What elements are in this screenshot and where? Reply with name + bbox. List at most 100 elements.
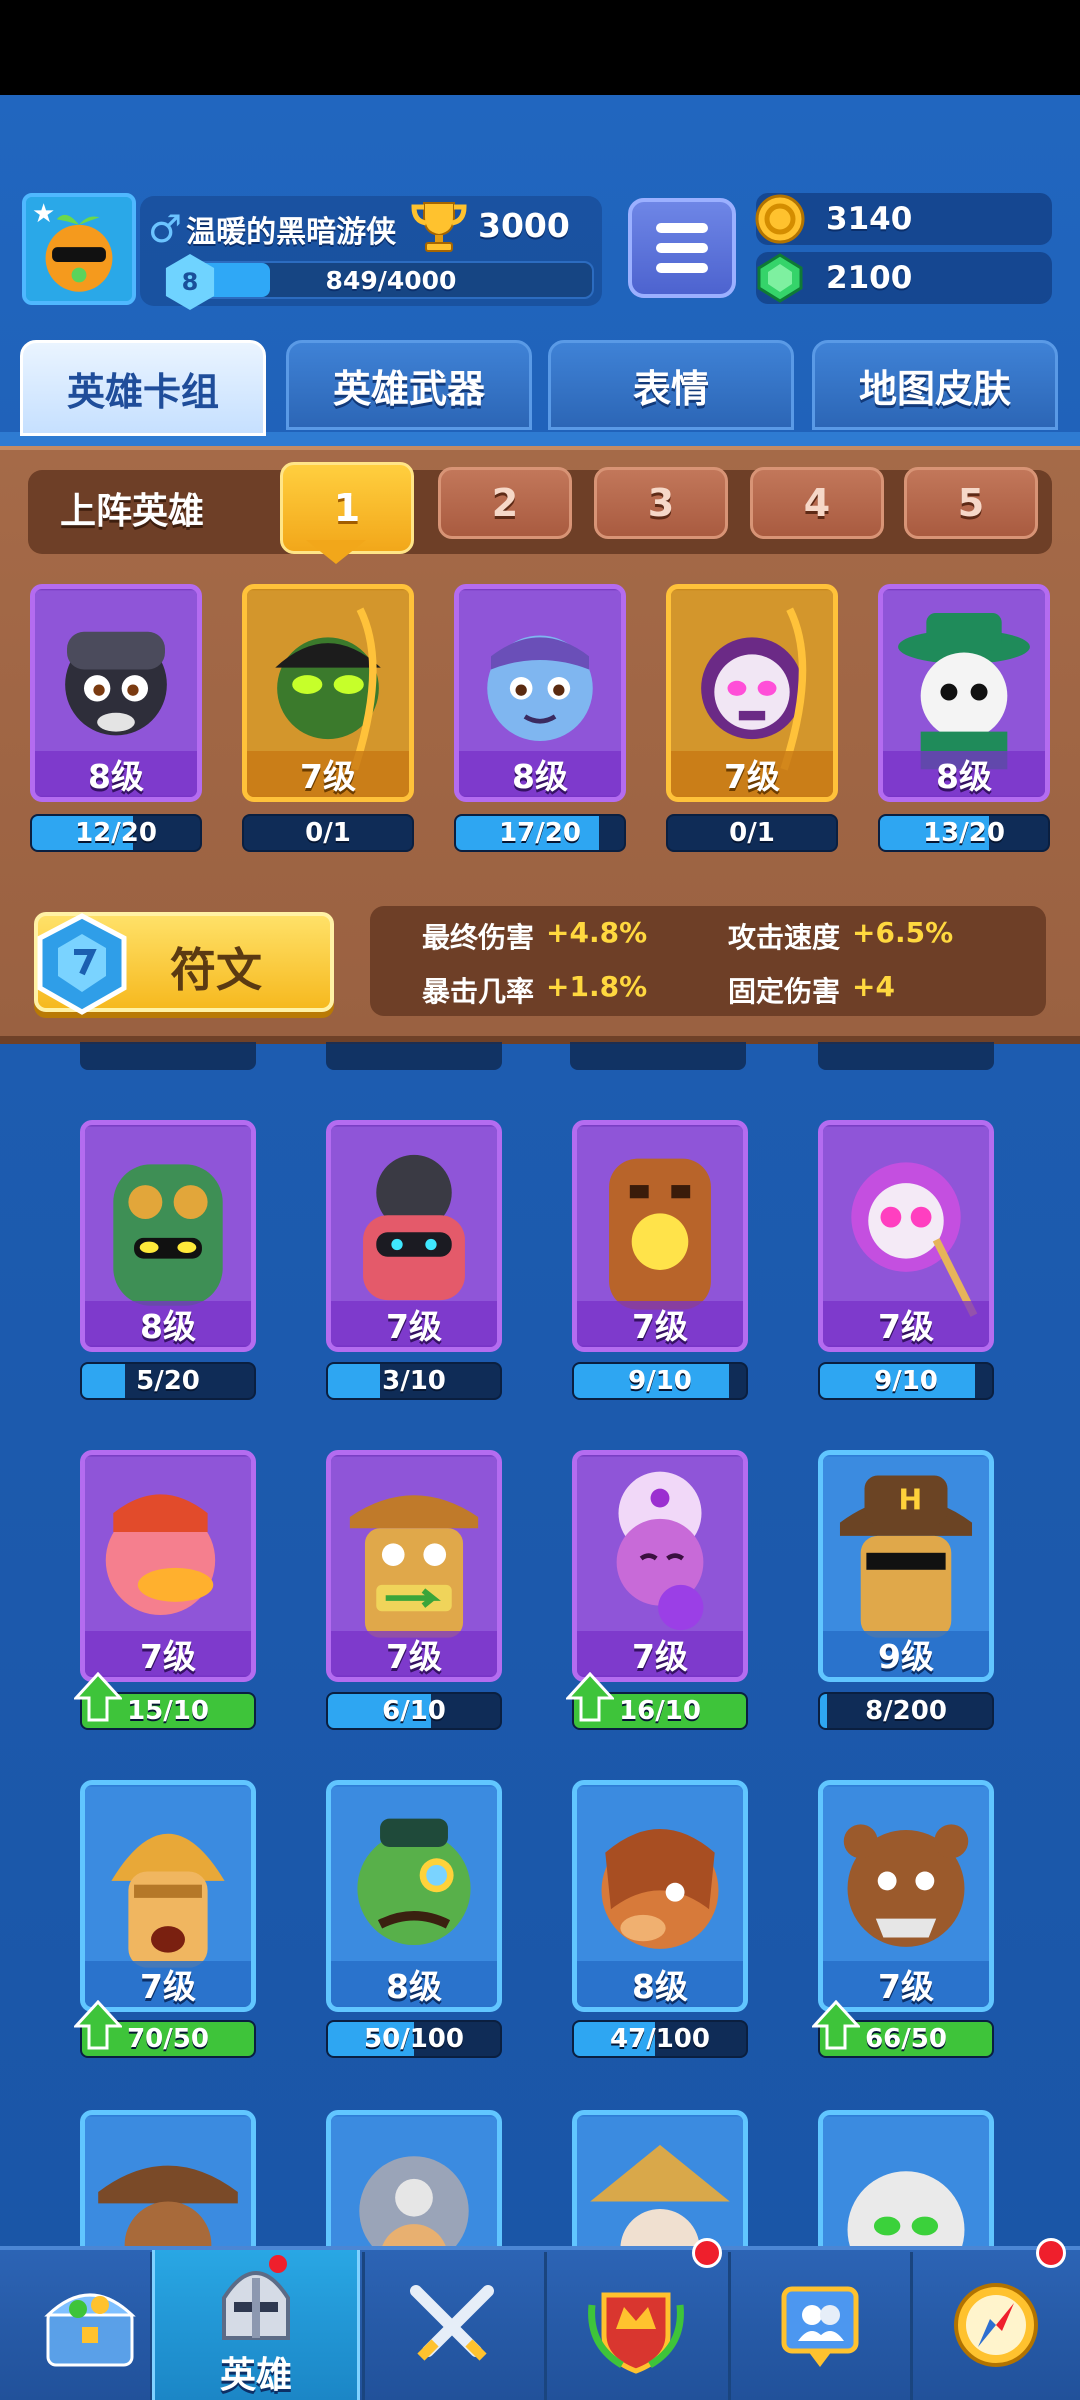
tab-emotes[interactable]: 表情 <box>548 340 794 430</box>
hero-progress: 3/10 <box>326 1362 502 1400</box>
deck-hero-card[interactable]: 8级 <box>878 584 1050 802</box>
hero-card[interactable]: 7级 <box>80 1450 256 1682</box>
trophy-count: 3000 <box>478 206 570 245</box>
progress-text: 0/1 <box>305 818 351 848</box>
stat-name: 暴击几率 <box>422 975 535 1008</box>
progress-text: 3/10 <box>382 1366 446 1396</box>
progress-text: 6/10 <box>382 1696 446 1726</box>
hero-card[interactable]: 7级 <box>80 1780 256 2012</box>
upgrade-arrow-icon <box>74 2000 122 2050</box>
menu-icon-line <box>656 243 708 253</box>
deck-hero-card[interactable]: 7级 <box>242 584 414 802</box>
hero-card[interactable]: 7级 <box>818 1120 994 1352</box>
hero-level: 8级 <box>459 751 621 797</box>
deck-hero-card[interactable]: 8级 <box>454 584 626 802</box>
upgrade-arrow-icon <box>566 1672 614 1722</box>
deck-hero-progress: 13/20 <box>878 814 1050 852</box>
hero-card[interactable]: 7级 <box>572 1450 748 1682</box>
deck-slot-number: 4 <box>803 481 831 525</box>
deck-slot-number: 3 <box>647 481 675 525</box>
nav-heroes[interactable]: 英雄 <box>152 2250 360 2400</box>
menu-icon-line <box>656 223 708 233</box>
hero-level: 7级 <box>577 1631 743 1677</box>
hero-progress: 5/20 <box>80 1362 256 1400</box>
deck-slot-2[interactable]: 2 <box>438 467 572 539</box>
player-avatar[interactable]: ★ <box>22 193 136 305</box>
hero-progress: 6/10 <box>326 1692 502 1730</box>
deck-slot-number: 2 <box>491 481 519 525</box>
hero-level: 7级 <box>85 1631 251 1677</box>
hero-progress: 9/10 <box>818 1362 994 1400</box>
stat-value: +6.5% <box>852 916 954 949</box>
crossed-swords-icon <box>410 2285 494 2361</box>
hero-level: 7级 <box>671 751 833 797</box>
nav-social[interactable] <box>730 2250 910 2400</box>
deck-hero-progress: 12/20 <box>30 814 202 852</box>
stat-value: +1.8% <box>546 970 648 1003</box>
tab-hero-weapons[interactable]: 英雄武器 <box>286 340 532 430</box>
team-board-icon <box>781 2286 859 2367</box>
tab-hero-deck[interactable]: 英雄卡组 <box>20 340 266 436</box>
tab-label: 表情 <box>632 366 709 411</box>
nav-ranking[interactable] <box>546 2250 726 2400</box>
hero-card[interactable]: 8级 <box>326 1780 502 2012</box>
partial-progress-bar <box>326 1042 502 1070</box>
progress-text: 9/10 <box>628 1366 692 1396</box>
nav-battle[interactable] <box>362 2250 542 2400</box>
deck-slot-5[interactable]: 5 <box>904 467 1038 539</box>
xp-text: 849/4000 <box>325 265 457 295</box>
partial-progress-bar <box>570 1042 746 1070</box>
progress-text: 5/20 <box>136 1366 200 1396</box>
partial-progress-bar <box>80 1042 256 1070</box>
active-slot-pointer <box>306 540 366 564</box>
hero-level: 8级 <box>577 1961 743 2007</box>
hero-progress: 9/10 <box>572 1362 748 1400</box>
progress-text: 8/200 <box>865 1696 947 1726</box>
rune-button[interactable]: 符文 <box>34 912 334 1015</box>
tab-map-skins[interactable]: 地图皮肤 <box>812 340 1058 430</box>
player-name[interactable]: 温暖的黑暗游侠 <box>186 207 396 251</box>
gem-counter[interactable]: 2100 <box>756 252 1052 304</box>
green-gem-icon <box>757 253 803 303</box>
gold-coin-icon <box>755 194 805 244</box>
star-icon: ★ <box>32 199 56 229</box>
deck-hero-card[interactable]: 8级 <box>30 584 202 802</box>
tab-label: 地图皮肤 <box>858 366 1011 411</box>
status-bar <box>0 0 1080 95</box>
hero-progress: 8/200 <box>818 1692 994 1730</box>
hero-level: 7级 <box>331 1301 497 1347</box>
nav-explore[interactable] <box>912 2250 1080 2400</box>
progress-text: 12/20 <box>75 818 157 848</box>
hero-level: 8级 <box>85 1301 251 1347</box>
deck-slot-3[interactable]: 3 <box>594 467 728 539</box>
hero-card[interactable]: 7级 <box>326 1120 502 1352</box>
svg-text:H: H <box>898 1483 922 1516</box>
deck-hero-card[interactable]: 7级 <box>666 584 838 802</box>
stat-name: 固定伤害 <box>728 975 841 1008</box>
stat-name: 最终伤害 <box>422 921 535 954</box>
treasure-chest-icon <box>44 2293 136 2367</box>
progress-text: 13/20 <box>923 818 1005 848</box>
crown-shield-icon <box>588 2292 684 2374</box>
deck-slot-4[interactable]: 4 <box>750 467 884 539</box>
hero-card[interactable]: H 9级 <box>818 1450 994 1682</box>
rune-shield-icon <box>37 913 127 1015</box>
hero-card[interactable]: 7级 <box>326 1450 502 1682</box>
progress-text: 50/100 <box>364 2024 464 2054</box>
male-icon: ♂ <box>148 207 183 251</box>
hero-card[interactable]: 8级 <box>80 1120 256 1352</box>
hero-progress: 50/100 <box>326 2020 502 2058</box>
hero-card[interactable]: 8级 <box>572 1780 748 2012</box>
hero-card[interactable]: 7级 <box>818 1780 994 2012</box>
deck-label: 上阵英雄 <box>60 491 205 532</box>
gold-counter[interactable]: 3140 <box>755 193 1052 245</box>
hero-card[interactable]: 7级 <box>572 1120 748 1352</box>
player-level: 8 <box>181 268 199 296</box>
hero-level: 9级 <box>823 1631 989 1677</box>
progress-text: 0/1 <box>729 818 775 848</box>
hero-progress: 47/100 <box>572 2020 748 2058</box>
hero-level: 8级 <box>35 751 197 797</box>
menu-button[interactable] <box>628 198 736 298</box>
stat-value: +4.8% <box>546 916 648 949</box>
stat-value: +4 <box>852 970 895 1003</box>
